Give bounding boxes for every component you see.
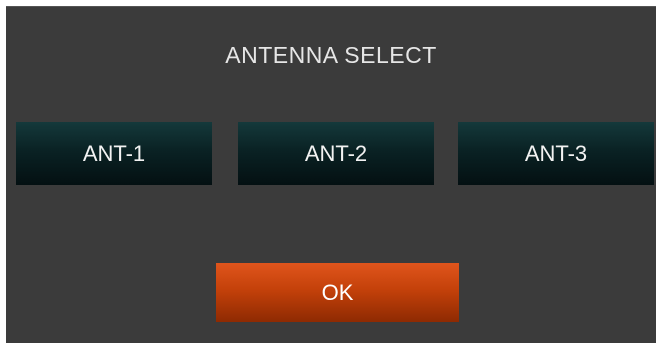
ant-1-label: ANT-1 <box>82 140 146 166</box>
ant-2-label: ANT-2 <box>304 140 368 166</box>
ant-3-button[interactable]: ANT-3 <box>458 122 654 185</box>
ok-label: OK <box>321 279 354 305</box>
ant-1-button[interactable]: ANT-1 <box>16 122 212 185</box>
ant-3-label: ANT-3 <box>524 140 588 166</box>
antenna-select-dialog: ANTENNA SELECT ANT-1 ANT-2 ANT-3 OK <box>6 6 656 343</box>
ant-2-button[interactable]: ANT-2 <box>238 122 434 185</box>
ok-button[interactable]: OK <box>216 263 459 322</box>
dialog-title: ANTENNA SELECT <box>225 42 437 68</box>
